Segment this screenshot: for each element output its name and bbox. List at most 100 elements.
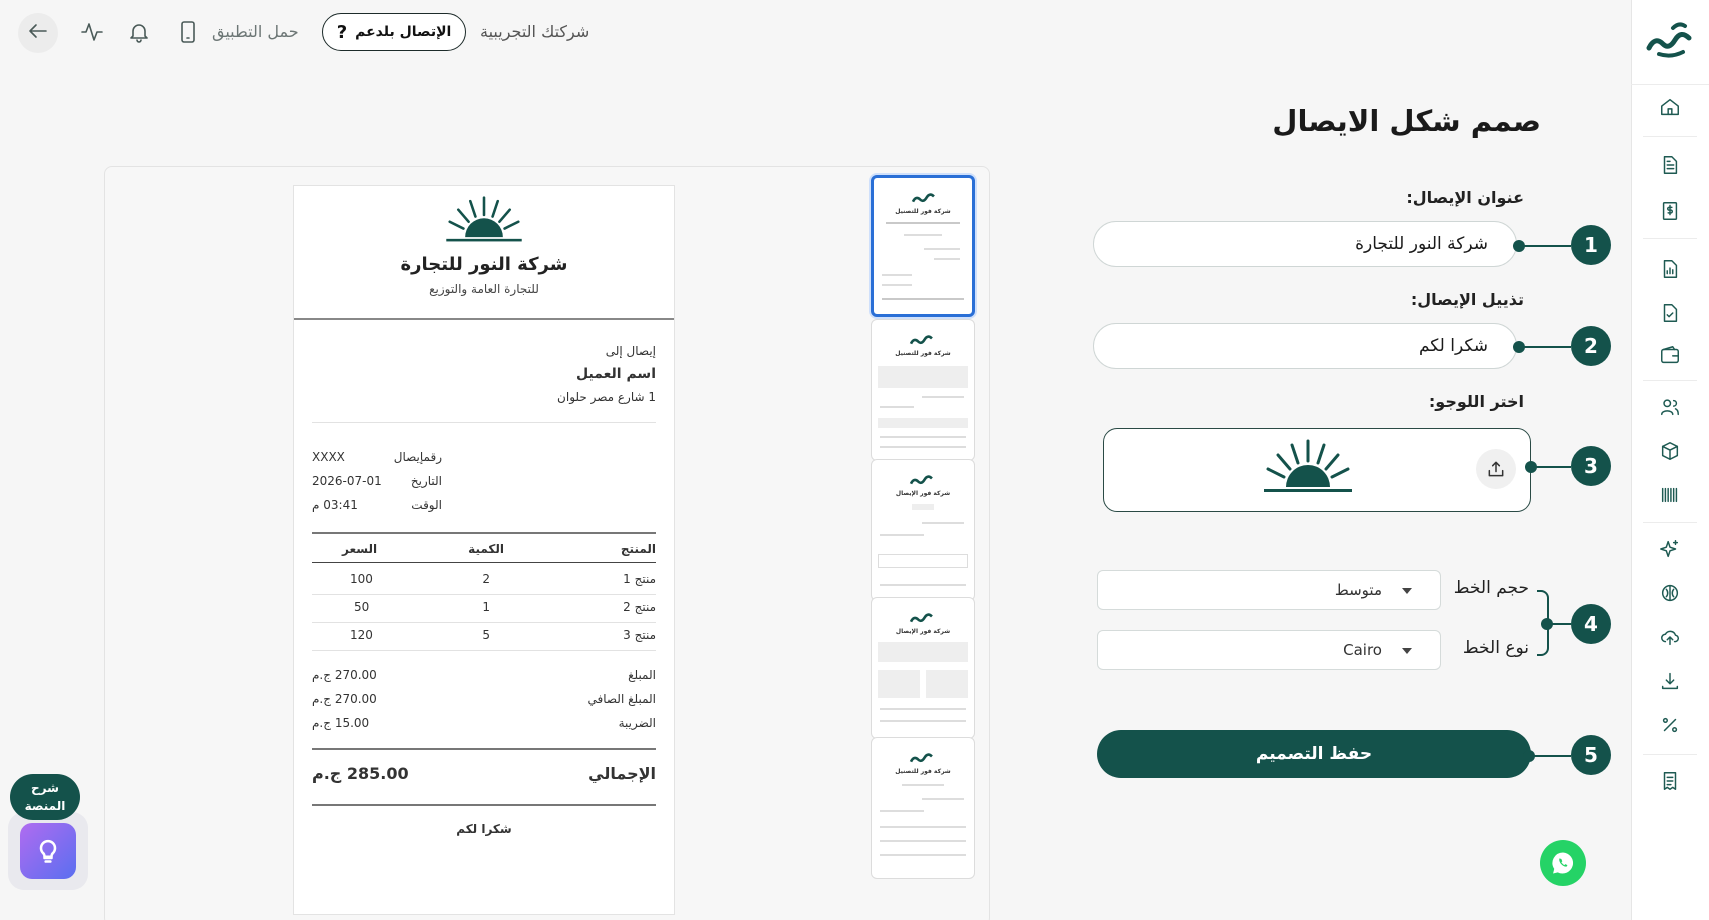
thumb-title: شركة فور الإيصال [895,628,951,635]
logo-label: اختر اللوجو: [1428,392,1524,411]
receipt-no-value: XXXX [312,450,345,464]
font-type-select[interactable]: Cairo [1097,630,1441,670]
invoice-dollar-icon[interactable] [1655,196,1685,226]
thumb-title: شركة فور للتصنيل [895,208,951,215]
lightbulb-icon [20,823,76,879]
caret-down-icon [1402,588,1412,594]
row-price: 50 [354,600,370,614]
connector-dot [1525,461,1537,473]
platform-help-label[interactable]: شرح المنصة [10,774,80,820]
download-icon[interactable] [1655,666,1685,696]
col-price: السعر [342,542,378,556]
total-divider [312,748,656,750]
connector-line [1531,466,1571,468]
brand-logo-icon [909,753,933,763]
barcode-icon[interactable] [1655,480,1685,510]
receipt-table-top [312,532,656,534]
receipt-date-label: التاريخ [410,474,442,488]
support-button-label: الإتصال بلدعم [355,24,452,40]
platform-help-button[interactable] [8,812,88,890]
bell-icon[interactable] [127,20,151,44]
thumb-title: شركة فور للتصنيل [895,768,951,775]
tax-label: الضريبة [618,716,656,730]
box-icon[interactable] [1655,436,1685,466]
step-badge-2: 2 [1571,326,1611,366]
tax-value: 15.00 ج.م [312,716,370,730]
template-thumbnail-3[interactable]: شركة فور الإيصال [871,459,975,601]
receipt-title-label: عنوان الإيصال: [1406,188,1524,207]
font-size-label: حجم الخط [1453,578,1529,598]
total-label: الإجمالي [588,764,656,783]
template-thumbnail-4[interactable]: شركة فور الإيصال [871,597,975,739]
page-title: صمم شكل الايصال [1272,104,1541,138]
activity-icon[interactable] [80,20,104,44]
help-circle-icon: ? [336,21,348,43]
thumb-title: شركة فور الإيصال [895,490,951,497]
upload-logo-button[interactable] [1476,449,1516,489]
receipt-tagline: للتجارة العامة والتوزيع [429,282,539,296]
support-button[interactable]: ? الإتصال بلدعم [322,13,466,51]
home-icon[interactable] [1655,92,1685,122]
upload-icon [1488,461,1504,477]
connector-line [1519,346,1571,348]
connector-dot [1523,750,1535,762]
connector-dot [1541,618,1553,630]
template-thumbnail-2[interactable]: شركة فور للتصنيل [871,319,975,461]
connector-line [1529,755,1571,757]
font-size-value: متوسط [1334,581,1382,599]
brand-logo-icon [911,193,935,203]
receipt-icon[interactable] [1655,766,1685,796]
brand-logo-icon [909,613,933,623]
font-type-label: نوع الخط [1462,638,1529,658]
mobile-icon[interactable] [176,20,200,44]
sidebar [1631,0,1709,920]
company-name: شركتك التجريبية [480,22,590,41]
receipt-footer-input[interactable] [1093,323,1517,369]
receipt-title-input[interactable] [1093,221,1517,267]
col-qty: الكمية [468,542,504,556]
receipt-time-label: الوقت [411,498,442,512]
step-badge-1: 1 [1571,225,1611,265]
checklist-icon[interactable] [1655,298,1685,328]
receipt-no-label: رقمإيصال [393,450,442,464]
font-type-value: Cairo [1343,641,1382,659]
step-badge-5: 5 [1571,735,1611,775]
brand-logo[interactable] [1645,18,1695,60]
connector-dot [1513,240,1525,252]
step-badge-4: 4 [1571,604,1611,644]
receipt-customer-name: اسم العميل [576,366,656,382]
template-thumbnail-5[interactable]: شركة فور للتصنيل [871,737,975,879]
save-design-button[interactable]: حفظ التصميم [1097,730,1531,778]
whatsapp-icon [1552,852,1574,874]
wallet-icon[interactable] [1655,340,1685,370]
row-divider [312,622,656,623]
percent-icon[interactable] [1655,710,1685,740]
row-price: 120 [350,628,373,642]
brand-logo-icon [909,475,933,485]
arrow-left-icon [26,19,50,47]
connector-line [1519,245,1571,247]
receipt-to-label: إيصال إلى [605,344,656,358]
back-button[interactable] [18,13,58,53]
download-app-link[interactable]: حمل التطبيق [212,22,299,41]
col-product: المنتج [620,542,656,556]
logo-picker[interactable] [1103,428,1531,512]
whatsapp-button[interactable] [1540,840,1586,886]
receipt-time-value: 03:41 م [312,498,358,512]
receipt-header-line [312,562,656,563]
report-icon[interactable] [1655,254,1685,284]
receipt-divider [312,422,656,423]
template-thumbnail-1[interactable]: شركة فور للتصنيل [871,175,975,317]
document-icon[interactable] [1655,150,1685,180]
font-size-select[interactable]: متوسط [1097,570,1441,610]
users-icon[interactable] [1655,392,1685,422]
net-value: 270.00 ج.م [312,692,377,706]
sun-logo-icon [1264,439,1352,492]
brain-icon[interactable] [1655,578,1685,608]
receipt-customer-address: 1 شارع مصر حلوان [557,390,656,404]
cloud-upload-icon[interactable] [1655,622,1685,652]
sparkle-icon[interactable] [1655,534,1685,564]
help-label-line2: المنصة [24,799,66,813]
amount-value: 270.00 ج.م [312,668,377,682]
receipt-footer-label: تذييل الإيصال: [1410,290,1524,309]
